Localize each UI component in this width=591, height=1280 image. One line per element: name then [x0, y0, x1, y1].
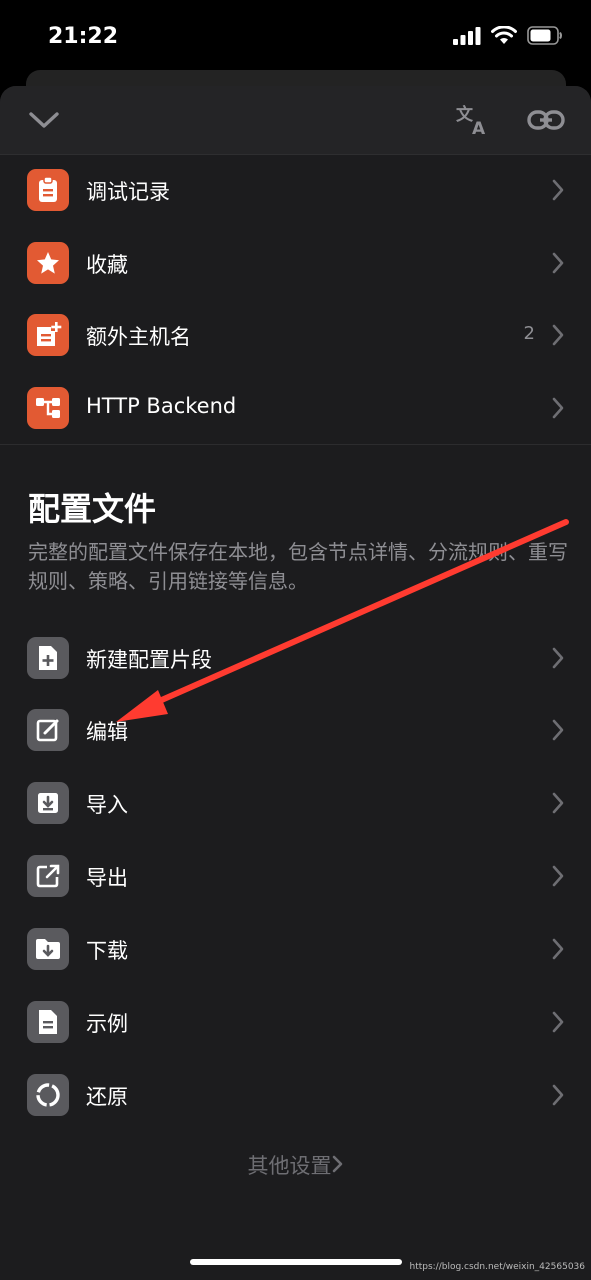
wifi-icon — [491, 26, 517, 44]
list-item-download[interactable]: 下载 — [0, 913, 591, 985]
status-icons — [453, 26, 563, 45]
chevron-right-icon — [552, 324, 564, 346]
add-note-icon — [27, 314, 69, 356]
list-item-label: 调试记录 — [86, 180, 170, 204]
link-button[interactable] — [526, 100, 566, 140]
status-bar: 21:22 — [0, 0, 591, 70]
clipboard-icon — [27, 169, 69, 211]
chevron-right-icon — [552, 719, 564, 741]
chevron-right-icon — [552, 647, 564, 669]
other-settings-label: 其他设置 — [247, 1154, 332, 1178]
list-item-label: 编辑 — [86, 720, 128, 744]
link-icon — [527, 110, 565, 130]
section-description: 完整的配置文件保存在本地，包含节点详情、分流规则、重写规则、策略、引用链接等信息… — [28, 540, 568, 593]
list-item-example[interactable]: 示例 — [0, 986, 591, 1058]
list-item-label: 导出 — [86, 866, 128, 890]
chevron-right-icon — [332, 1155, 342, 1173]
translate-button[interactable]: 文 A — [452, 100, 492, 140]
collapse-button[interactable] — [24, 100, 64, 140]
export-icon — [27, 855, 69, 897]
list-item-label: 额外主机名 — [86, 325, 191, 349]
section-title: 配置文件 — [28, 490, 157, 528]
translate-icon: 文 A — [456, 104, 486, 137]
chevron-down-icon — [29, 112, 59, 128]
flow-icon — [27, 387, 69, 429]
battery-icon — [527, 26, 562, 45]
chevron-right-icon — [552, 397, 564, 419]
chevron-right-icon — [552, 1084, 564, 1106]
list-item-restore[interactable]: 还原 — [0, 1059, 591, 1131]
new-file-icon — [27, 637, 69, 679]
list-item-favorites[interactable]: 收藏 — [0, 227, 591, 299]
list-item-label: 示例 — [86, 1012, 128, 1036]
list-item-http-backend[interactable]: HTTP Backend — [0, 372, 591, 444]
section-divider — [0, 444, 591, 445]
svg-text:A: A — [472, 119, 486, 137]
list-item-label: 新建配置片段 — [86, 648, 212, 672]
sheet-header: 文 A — [0, 86, 591, 155]
list-item-edit[interactable]: 编辑 — [0, 694, 591, 766]
home-indicator[interactable] — [190, 1259, 402, 1265]
import-icon — [27, 782, 69, 824]
star-icon — [27, 242, 69, 284]
chevron-right-icon — [552, 938, 564, 960]
download-folder-icon — [27, 928, 69, 970]
list-item-import[interactable]: 导入 — [0, 767, 591, 839]
settings-sheet: 文 A 调试记录 收藏 额外主机名 2 HTTP Backend 配置文件 完整… — [0, 86, 591, 1280]
document-icon — [27, 1001, 69, 1043]
list-item-debug-log[interactable]: 调试记录 — [0, 154, 591, 226]
list-item-label: 收藏 — [86, 253, 128, 277]
list-item-label: HTTP Backend — [86, 394, 237, 418]
edit-icon — [27, 709, 69, 751]
other-settings-link[interactable]: 其他设置 — [0, 1150, 591, 1180]
status-time: 21:22 — [48, 24, 119, 49]
list-item-export[interactable]: 导出 — [0, 840, 591, 912]
chevron-right-icon — [552, 252, 564, 274]
restore-icon — [27, 1074, 69, 1116]
list-item-label: 导入 — [86, 793, 128, 817]
signal-icon — [453, 26, 481, 45]
list-item-label: 还原 — [86, 1085, 128, 1109]
list-item-extra-hostnames[interactable]: 额外主机名 2 — [0, 299, 591, 371]
chevron-right-icon — [552, 1011, 564, 1033]
count-badge: 2 — [523, 323, 535, 344]
list-item-label: 下载 — [86, 939, 128, 963]
list-item-new-snippet[interactable]: 新建配置片段 — [0, 622, 591, 694]
chevron-right-icon — [552, 792, 564, 814]
chevron-right-icon — [552, 865, 564, 887]
chevron-right-icon — [552, 179, 564, 201]
watermark-text: https://blog.csdn.net/weixin_42565036 — [409, 1262, 585, 1272]
